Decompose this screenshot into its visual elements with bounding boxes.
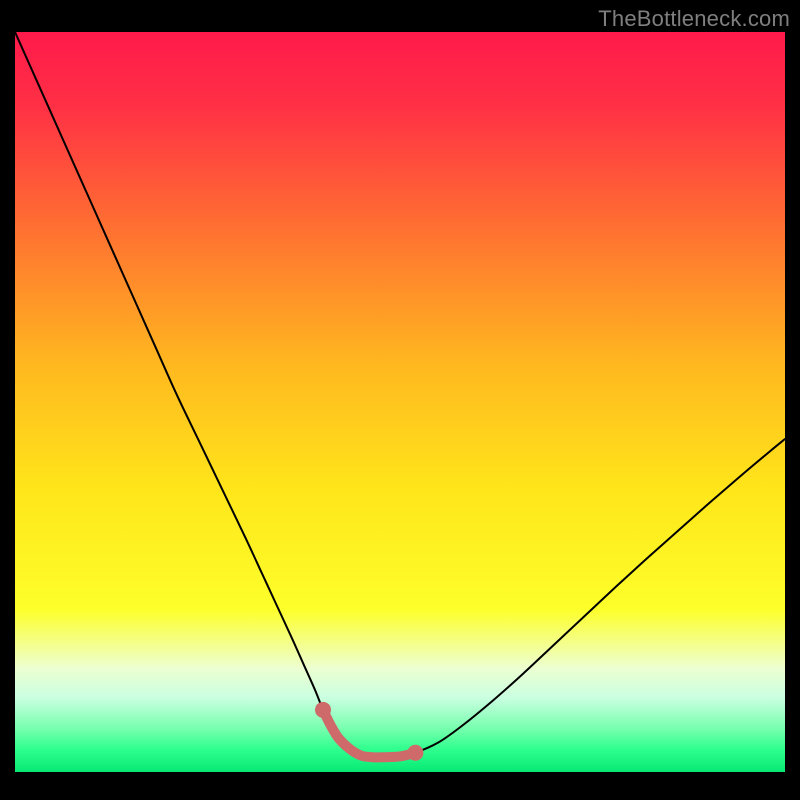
watermark-label: TheBottleneck.com — [598, 6, 790, 32]
gradient-background — [15, 32, 785, 772]
chart-container: TheBottleneck.com — [0, 0, 800, 800]
optimal-range-start-marker — [315, 702, 331, 718]
bottleneck-chart — [0, 0, 800, 800]
optimal-range-end-marker — [407, 745, 423, 761]
